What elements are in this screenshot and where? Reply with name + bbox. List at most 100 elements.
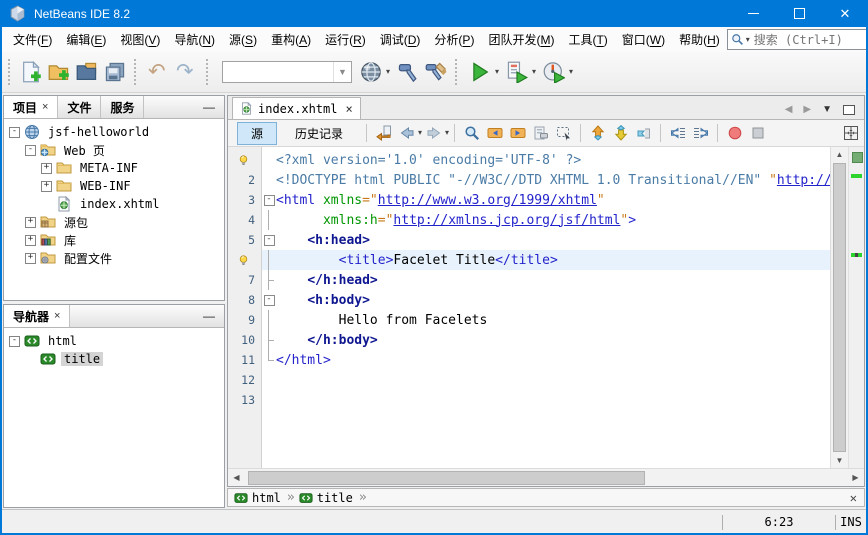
tree-item[interactable]: index.xhtml bbox=[4, 195, 224, 213]
target-combobox[interactable]: ▼ bbox=[222, 61, 352, 83]
horizontal-scrollbar[interactable]: ◀ ▶ bbox=[228, 468, 864, 486]
menu-n[interactable]: 导航(N) bbox=[168, 27, 221, 52]
menu-v[interactable]: 视图(V) bbox=[114, 27, 166, 52]
close-tab-icon[interactable]: × bbox=[345, 102, 352, 116]
code-line[interactable]: <title>Facelet Title</title> bbox=[262, 250, 830, 270]
fold-indicator[interactable]: - bbox=[262, 230, 276, 250]
tree-item[interactable]: -Web 页 bbox=[4, 141, 224, 159]
code-line[interactable]: xmlns:h="http://xmlns.jcp.org/jsf/html"> bbox=[262, 210, 830, 230]
new-project-button[interactable] bbox=[45, 58, 73, 86]
breadcrumb-item[interactable]: html» bbox=[234, 490, 295, 505]
error-stripe-caret-mark[interactable] bbox=[851, 253, 862, 257]
search-input[interactable] bbox=[752, 32, 868, 48]
code-line[interactable]: Hello from Facelets bbox=[262, 310, 830, 330]
new-file-button[interactable] bbox=[17, 58, 45, 86]
shift-left-button[interactable] bbox=[666, 123, 689, 143]
scroll-right-icon[interactable]: ▶ bbox=[847, 473, 864, 482]
close-tab-icon[interactable]: × bbox=[54, 310, 60, 322]
vertical-scroll-thumb[interactable] bbox=[833, 163, 846, 452]
menu-m[interactable]: 团队开发(M) bbox=[482, 27, 560, 52]
browser-button[interactable] bbox=[357, 58, 385, 86]
breadcrumb-close-icon[interactable]: ✕ bbox=[850, 491, 864, 505]
debug-button[interactable] bbox=[503, 58, 531, 86]
menu-h[interactable]: 帮助(H) bbox=[673, 27, 726, 52]
stop-macro-button[interactable] bbox=[746, 123, 769, 143]
menu-t[interactable]: 工具(T) bbox=[562, 27, 613, 52]
tree-toggle-minus-icon[interactable]: - bbox=[9, 336, 20, 347]
tree-toggle-plus-icon[interactable]: + bbox=[41, 181, 52, 192]
profile-button[interactable] bbox=[540, 58, 568, 86]
menu-e[interactable]: 编辑(E) bbox=[60, 27, 112, 52]
find-next-button[interactable] bbox=[506, 123, 529, 143]
record-macro-button[interactable] bbox=[723, 123, 746, 143]
menu-w[interactable]: 窗口(W) bbox=[616, 27, 671, 52]
forward-button[interactable] bbox=[422, 123, 445, 143]
maximize-button[interactable] bbox=[776, 0, 822, 27]
tree-item[interactable]: +源包 bbox=[4, 213, 224, 231]
shift-right-button[interactable] bbox=[689, 123, 712, 143]
next-occurrence-button[interactable] bbox=[609, 123, 632, 143]
tab-服务[interactable]: 服务 bbox=[101, 96, 144, 118]
find-previous-button[interactable] bbox=[483, 123, 506, 143]
tree-toggle-plus-icon[interactable]: + bbox=[25, 253, 36, 264]
undo-button[interactable]: ↶ bbox=[145, 58, 173, 86]
save-all-button[interactable] bbox=[101, 58, 129, 86]
tab-项目[interactable]: 项目× bbox=[4, 96, 58, 118]
hint-bulb[interactable] bbox=[228, 250, 261, 270]
tab-list-dropdown-icon[interactable]: ▼ bbox=[822, 104, 832, 115]
tree-toggle-minus-icon[interactable]: - bbox=[25, 145, 36, 156]
code-line[interactable]: - <h:body> bbox=[262, 290, 830, 310]
last-edit-location-button[interactable] bbox=[372, 123, 395, 143]
source-view-button[interactable]: 源 bbox=[237, 122, 277, 145]
projects-tree[interactable]: -jsf-helloworld-Web 页+META-INF+WEB-INFin… bbox=[4, 119, 224, 267]
run-dropdown-icon[interactable]: ▾ bbox=[495, 68, 499, 76]
hint-bulb[interactable] bbox=[228, 150, 261, 170]
code-line[interactable]: <!DOCTYPE html PUBLIC "-//W3C//DTD XHTML… bbox=[262, 170, 830, 190]
code-lines[interactable]: <?xml version='1.0' encoding='UTF-8' ?><… bbox=[262, 147, 830, 468]
vertical-scrollbar[interactable]: ▲ ▼ bbox=[830, 147, 848, 468]
code-line[interactable]: </h:head> bbox=[262, 270, 830, 290]
debug-dropdown-icon[interactable]: ▾ bbox=[532, 68, 536, 76]
tab-导航器[interactable]: 导航器× bbox=[4, 305, 70, 327]
scroll-left-icon[interactable]: ◀ bbox=[228, 473, 245, 482]
tab-文件[interactable]: 文件 bbox=[58, 96, 101, 118]
tree-item[interactable]: title bbox=[4, 350, 224, 368]
scroll-tabs-right-icon[interactable]: ▶ bbox=[803, 104, 811, 115]
code-line[interactable] bbox=[262, 370, 830, 390]
quick-search-box[interactable]: ▾ bbox=[727, 29, 868, 50]
chevron-down-icon[interactable]: ▼ bbox=[333, 62, 351, 82]
previous-occurrence-button[interactable] bbox=[586, 123, 609, 143]
menu-p[interactable]: 分析(P) bbox=[428, 27, 480, 52]
run-button[interactable] bbox=[466, 58, 494, 86]
navigator-tree[interactable]: -htmltitle bbox=[4, 328, 224, 368]
build-button[interactable] bbox=[394, 58, 422, 86]
code-editor[interactable]: 234578910111213 <?xml version='1.0' enco… bbox=[228, 147, 864, 468]
maximize-window-icon[interactable] bbox=[843, 105, 855, 115]
code-line[interactable]: -<html xmlns="http://www.w3.org/1999/xht… bbox=[262, 190, 830, 210]
scroll-tabs-left-icon[interactable]: ◀ bbox=[785, 104, 793, 115]
menu-s[interactable]: 源(S) bbox=[223, 27, 263, 52]
horizontal-scroll-thumb[interactable] bbox=[248, 471, 645, 485]
tree-toggle-plus-icon[interactable]: + bbox=[41, 163, 52, 174]
history-view-button[interactable]: 历史记录 bbox=[281, 122, 357, 145]
code-line[interactable]: </h:body> bbox=[262, 330, 830, 350]
editor-tab[interactable]: index.xhtml× bbox=[232, 97, 361, 119]
menu-f[interactable]: 文件(F) bbox=[7, 27, 58, 52]
browser-dropdown-icon[interactable]: ▾ bbox=[386, 68, 390, 76]
forward-dropdown-icon[interactable]: ▾ bbox=[445, 129, 449, 137]
error-stripe-mark[interactable] bbox=[851, 174, 862, 178]
tree-item[interactable]: +配置文件 bbox=[4, 249, 224, 267]
tree-item[interactable]: +WEB-INF bbox=[4, 177, 224, 195]
redo-button[interactable]: ↷ bbox=[173, 58, 201, 86]
tree-item[interactable]: +库 bbox=[4, 231, 224, 249]
menu-a[interactable]: 重构(A) bbox=[265, 27, 317, 52]
clean-build-button[interactable] bbox=[422, 58, 450, 86]
profile-dropdown-icon[interactable]: ▾ bbox=[569, 68, 573, 76]
minimize-panel-button[interactable]: — bbox=[194, 96, 224, 118]
close-button[interactable]: ✕ bbox=[822, 0, 868, 27]
code-line[interactable]: </html> bbox=[262, 350, 830, 370]
menu-d[interactable]: 调试(D) bbox=[374, 27, 427, 52]
menu-r[interactable]: 运行(R) bbox=[319, 27, 372, 52]
fold-indicator[interactable]: - bbox=[262, 290, 276, 310]
tree-item[interactable]: -html bbox=[4, 332, 224, 350]
